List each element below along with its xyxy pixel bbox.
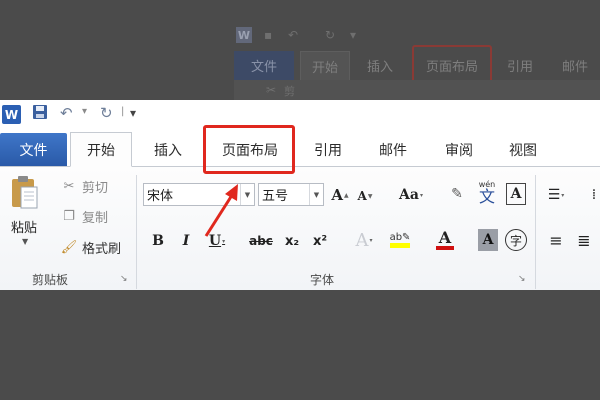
ghost-tab: 插入 [366,60,393,75]
clipboard-launcher-icon[interactable]: ↘ [120,274,128,284]
font-color-swatch [436,246,454,250]
paste-dropdown-icon[interactable]: ▼ [22,237,28,246]
ghost-tab: 邮件 [561,60,588,75]
clear-format-icon[interactable]: ✎ [446,183,468,205]
superscript-button[interactable]: x² [309,231,331,251]
paste-button[interactable]: 粘贴 [11,217,37,236]
phonetic-guide-button[interactable]: wén 文 [474,179,500,207]
text-effects-label: A [355,229,369,251]
grow-font-button[interactable]: A ▲ [330,185,350,205]
undo-dropdown-icon[interactable]: ▾ [82,106,87,117]
red-pointer-arrow-icon [204,184,238,237]
copy-button[interactable]: ❐ 复制 [60,207,108,226]
format-painter-icon: 🖌 [60,240,78,255]
ghost-file-tab: 文件 [234,51,294,80]
change-case-label: Aa [399,187,419,203]
ghost-tab: 引用 [506,60,533,75]
group-separator [136,175,137,289]
paste-icon[interactable] [10,175,40,209]
highlight-color-swatch [390,242,410,248]
ghost-word-logo-icon: W [236,27,252,43]
text-effects-button[interactable]: A ▾ [351,229,377,251]
copy-label: 复制 [82,211,109,226]
character-shading-button[interactable]: A [478,229,498,251]
strikethrough-button[interactable]: abc [246,231,276,251]
highlight-color-button[interactable]: ab✎ [386,228,414,252]
redo-icon[interactable]: ↻ [100,104,113,122]
highlighter-icon: ab✎ [389,231,411,243]
enclose-characters-button[interactable]: 字 [505,229,527,251]
group-separator [535,175,536,289]
cut-label: 剪切 [82,181,109,196]
tab-review[interactable]: 审阅 [430,133,488,166]
page-layout-highlight-box [203,125,295,174]
bullets-icon[interactable]: ☰ ▾ [545,185,567,205]
tab-references[interactable]: 引用 [300,133,356,166]
ghost-cut-label: 剪 [284,85,295,98]
ghost-save-icon: ▪ [264,28,273,42]
format-painter-button[interactable]: 🖌 格式刷 [60,238,121,257]
undo-icon[interactable]: ↶ [60,104,73,122]
format-painter-label: 格式刷 [82,242,122,257]
tab-home[interactable]: 开始 [70,132,132,167]
scissors-icon: ✂ [63,179,75,194]
home-ribbon-panel: 粘贴 ▼ ✂ 剪切 ❐ 复制 🖌 格式刷 剪贴板 ↘ 宋体 ▼ 五号 ▼ A ▲ … [0,166,600,290]
change-case-button[interactable]: Aa ▾ [394,185,428,205]
font-launcher-icon[interactable]: ↘ [518,274,526,284]
ghost-undo-icon: ↶ [288,28,299,42]
bold-button[interactable]: B [150,231,166,251]
ghost-cut-icon: ✂ [266,83,277,97]
ribbon-tab-bar: 文件 开始 插入 页面布局 引用 邮件 审阅 视图 [0,129,600,167]
ghost-tab: 开始 [300,51,350,80]
tab-view[interactable]: 视图 [494,133,552,166]
ghost-customize-icon: ▾ [350,28,357,42]
ghost-ribbon-strip: ✂ 剪 [234,80,600,100]
italic-button[interactable]: I [178,231,194,251]
cut-button[interactable]: ✂ 剪切 [60,177,108,196]
shrink-font-button[interactable]: A ▼ [356,187,374,205]
font-size-value: 五号 [262,189,289,204]
tab-file[interactable]: 文件 [0,133,67,166]
character-border-label: A [510,186,522,202]
word-logo-icon[interactable]: W [2,105,21,124]
background-ghost-ribbon: W ▪ ↶ ↻ ▾ 文件 开始 插入 页面布局 引用 邮件 ✂ 剪 [0,0,600,100]
numbering-icon[interactable]: ⁞ [588,185,600,205]
font-color-label: A [438,228,452,247]
clipboard-group-label: 剪贴板 [32,273,69,287]
align-left-icon[interactable]: ≡ [546,229,566,251]
chevron-down-icon[interactable]: ▼ [309,184,323,205]
qat-separator: | [121,106,125,117]
font-color-button[interactable]: A [432,227,458,253]
tab-mailings[interactable]: 邮件 [364,133,422,166]
character-border-button[interactable]: A [506,183,526,205]
quick-access-toolbar: W ↶ ▾ ↻ | ▾ [0,100,600,129]
shrink-font-label: A [357,189,367,203]
grow-font-label: A [331,186,343,204]
save-icon[interactable] [32,104,48,124]
font-group-label: 字体 [310,273,335,287]
customize-qat-icon[interactable]: ▾ [130,106,136,120]
word-ribbon: W ↶ ▾ ↻ | ▾ 文件 开始 插入 页面布局 引用 邮件 审阅 视图 粘贴… [0,100,600,290]
align-center-icon[interactable]: ≣ [574,229,594,251]
subscript-button[interactable]: x₂ [281,231,303,251]
copy-icon: ❐ [63,209,75,224]
font-size-select[interactable]: 五号 ▼ [258,183,324,206]
phonetic-char: 文 [478,187,495,206]
font-name-value: 宋体 [147,189,174,204]
ghost-redo-icon: ↻ [325,28,336,42]
tab-insert[interactable]: 插入 [140,133,196,166]
